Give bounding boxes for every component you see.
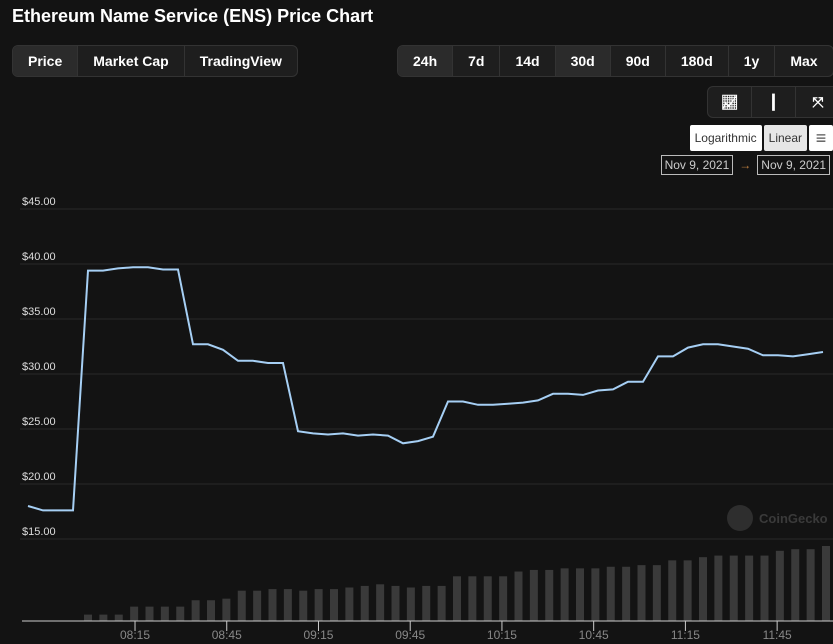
volume-bar xyxy=(529,569,538,621)
volume-bar xyxy=(606,566,615,621)
volume-bar xyxy=(360,585,369,621)
volume-bar xyxy=(576,568,584,621)
volume-bar xyxy=(191,600,200,621)
volume-bar xyxy=(268,589,277,621)
x-tick-label: 11:45 xyxy=(763,628,792,642)
x-tick-label: 11:15 xyxy=(671,628,700,642)
coingecko-watermark: CoinGecko xyxy=(727,505,828,531)
watermark-text: CoinGecko xyxy=(759,510,828,526)
y-tick-label: $30.00 xyxy=(22,361,56,373)
volume-bar xyxy=(483,576,492,621)
volume-bar xyxy=(160,606,169,621)
volume-bar xyxy=(114,614,123,621)
volume-bar xyxy=(468,576,477,621)
volume-bar xyxy=(207,600,215,621)
volume-bar xyxy=(145,606,154,621)
volume-bar xyxy=(806,549,815,621)
volume-bar xyxy=(668,560,677,621)
volume-bar xyxy=(283,589,292,621)
x-tick-label: 10:45 xyxy=(579,628,609,642)
volume-bar xyxy=(637,565,646,621)
x-tick-label: 09:15 xyxy=(303,628,333,642)
volume-bar xyxy=(422,585,431,621)
y-tick-label: $40.00 xyxy=(22,251,56,263)
volume-bar xyxy=(683,560,692,621)
volume-bar xyxy=(237,590,246,621)
volume-bar xyxy=(84,614,92,621)
price-chart: $15.00 $20.00 $25.00 $30.00 $35.00 $40.00 $45.… xyxy=(20,196,833,642)
price-line xyxy=(27,266,824,512)
volume-bar xyxy=(745,555,754,621)
volume-bar xyxy=(591,568,600,621)
volume-bar xyxy=(729,555,738,621)
volume-bar xyxy=(314,589,323,621)
volume-bar xyxy=(99,614,108,621)
y-tick-label: $45.00 xyxy=(22,196,56,208)
volume-bar xyxy=(222,598,231,621)
volume-bar xyxy=(345,587,354,621)
volume-bar xyxy=(453,576,461,621)
x-tick-label: 10:15 xyxy=(487,628,517,642)
volume-bar xyxy=(622,566,631,621)
volume-bar xyxy=(391,585,400,621)
volume-bar xyxy=(253,590,262,621)
volume-bar xyxy=(652,565,661,621)
volume-bar xyxy=(130,606,139,621)
y-tick-label: $35.00 xyxy=(22,306,56,318)
x-tick-label: 09:45 xyxy=(395,628,425,642)
volume-bar xyxy=(699,557,707,621)
volume-bar xyxy=(791,549,800,621)
volume-bar xyxy=(330,589,338,621)
volume-bar xyxy=(406,587,415,621)
volume-bar xyxy=(760,555,769,621)
volume-bar xyxy=(437,585,446,621)
y-tick-label: $15.00 xyxy=(22,526,56,538)
y-tick-label: $25.00 xyxy=(22,416,56,428)
volume-bar xyxy=(376,584,385,621)
volume-bar xyxy=(822,546,830,621)
volume-bar xyxy=(775,550,784,621)
volume-bar xyxy=(514,571,523,621)
coingecko-logo-icon xyxy=(727,505,753,531)
x-tick-label: 08:15 xyxy=(120,628,150,642)
volume-bar xyxy=(299,590,308,621)
volume-bar xyxy=(545,569,554,621)
volume-bar xyxy=(560,568,569,621)
volume-bar xyxy=(176,606,185,621)
volume-bar xyxy=(714,555,723,621)
volume-bar xyxy=(499,576,508,621)
y-tick-label: $20.00 xyxy=(22,471,56,483)
x-tick-label: 08:45 xyxy=(212,628,242,642)
